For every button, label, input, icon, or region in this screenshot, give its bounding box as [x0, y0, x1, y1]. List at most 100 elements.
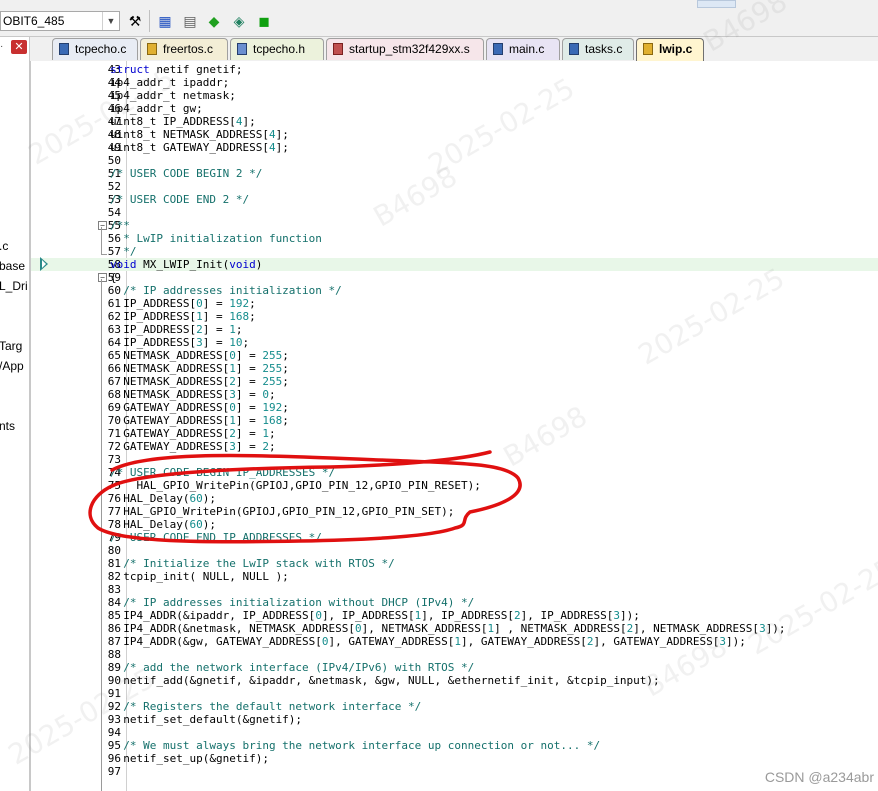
code-text: /**	[110, 219, 130, 232]
code-line[interactable]: 90 netif_add(&gnetif, &ipaddr, &netmask,…	[31, 674, 878, 687]
tree-item[interactable]: .c	[0, 239, 8, 253]
wand-icon[interactable]: ⚒	[125, 11, 145, 31]
tree-item[interactable]: /App	[0, 359, 24, 373]
code-line[interactable]: 71 GATEWAY_ADDRESS[2] = 1;	[31, 427, 878, 440]
code-line[interactable]: 76 HAL_Delay(60);	[31, 492, 878, 505]
code-line[interactable]: 84 /* IP addresses initialization withou…	[31, 596, 878, 609]
code-text: GATEWAY_ADDRESS[1] = 168;	[110, 414, 289, 427]
fold-toggle-icon[interactable]: −	[98, 221, 107, 230]
code-line[interactable]: 49 uint8_t GATEWAY_ADDRESS[4];	[31, 141, 878, 154]
code-line[interactable]: 63 IP_ADDRESS[2] = 1;	[31, 323, 878, 336]
code-line[interactable]: 78 HAL_Delay(60);	[31, 518, 878, 531]
code-line[interactable]: 81 /* Initialize the LwIP stack with RTO…	[31, 557, 878, 570]
code-line[interactable]: 82 tcpip_init( NULL, NULL );	[31, 570, 878, 583]
code-line[interactable]: 56 * LwIP initialization function	[31, 232, 878, 245]
tree-item[interactable]: L_Dri	[0, 279, 28, 293]
code-line[interactable]: 65 NETMASK_ADDRESS[0] = 255;	[31, 349, 878, 362]
code-line[interactable]: 57 */	[31, 245, 878, 258]
code-line[interactable]: 72 GATEWAY_ADDRESS[3] = 2;	[31, 440, 878, 453]
tab-lwip-c[interactable]: lwip.c	[636, 38, 704, 62]
tab-label: tasks.c	[585, 42, 623, 56]
code-line[interactable]: 60 /* IP addresses initialization */	[31, 284, 878, 297]
tree-item[interactable]: base	[0, 259, 25, 273]
code-line[interactable]: 55−/**	[31, 219, 878, 232]
batch-build-icon[interactable]: ▤	[180, 11, 200, 31]
code-line[interactable]: 75 HAL_GPIO_WritePin(GPIOJ,GPIO_PIN_12,G…	[31, 479, 878, 492]
line-number: 54	[107, 206, 121, 219]
code-line[interactable]: 94	[31, 726, 878, 739]
code-line[interactable]: 61 IP_ADDRESS[0] = 192;	[31, 297, 878, 310]
tab-freertos-c[interactable]: freertos.c	[140, 38, 228, 60]
code-line[interactable]: 86 IP4_ADDR(&netmask, NETMASK_ADDRESS[0]…	[31, 622, 878, 635]
code-line[interactable]: 43 struct netif gnetif;	[31, 63, 878, 76]
manage-project-icon[interactable]: ◈	[229, 11, 249, 31]
code-line[interactable]: 54	[31, 206, 878, 219]
code-text: netif_set_up(&gnetif);	[110, 752, 269, 765]
code-line[interactable]: 87 IP4_ADDR(&gw, GATEWAY_ADDRESS[0], GAT…	[31, 635, 878, 648]
c-file-star-icon	[643, 43, 653, 55]
code-line[interactable]: 80	[31, 544, 878, 557]
code-editor[interactable]: 43 struct netif gnetif; 44 ip4_addr_t ipadd…	[30, 61, 878, 791]
code-line[interactable]: 46 ip4_addr_t gw;	[31, 102, 878, 115]
tab-label: tcpecho.h	[253, 42, 306, 56]
code-line[interactable]: 89 /* add the network interface (IPv4/IP…	[31, 661, 878, 674]
code-text: uint8_t IP_ADDRESS[4];	[110, 115, 256, 128]
code-line[interactable]: 91	[31, 687, 878, 700]
fold-line	[101, 254, 107, 255]
code-line[interactable]: 70 GATEWAY_ADDRESS[1] = 168;	[31, 414, 878, 427]
close-icon[interactable]: ✕	[11, 40, 27, 54]
code-line[interactable]: 69 GATEWAY_ADDRESS[0] = 192;	[31, 401, 878, 414]
tree-item[interactable]: Targ	[0, 339, 22, 353]
code-line[interactable]: 93 netif_set_default(&gnetif);	[31, 713, 878, 726]
code-line[interactable]: 50	[31, 154, 878, 167]
code-line[interactable]: 47 uint8_t IP_ADDRESS[4];	[31, 115, 878, 128]
code-line[interactable]: 66 NETMASK_ADDRESS[1] = 255;	[31, 362, 878, 375]
code-line[interactable]: 88	[31, 648, 878, 661]
code-line[interactable]: 67 NETMASK_ADDRESS[2] = 255;	[31, 375, 878, 388]
tree-item[interactable]: nts	[0, 419, 15, 433]
pack-installer-icon[interactable]: ◼	[254, 11, 274, 31]
c-file-icon	[493, 43, 503, 55]
fold-line	[101, 227, 102, 254]
pin-icon[interactable]: ·	[0, 40, 10, 54]
code-line[interactable]: 48 uint8_t NETMASK_ADDRESS[4];	[31, 128, 878, 141]
code-line[interactable]: 53/* USER CODE END 2 */	[31, 193, 878, 206]
code-line[interactable]: 44 ip4_addr_t ipaddr;	[31, 76, 878, 89]
tab-startup-s[interactable]: startup_stm32f429xx.s	[326, 38, 484, 60]
code-line[interactable]: 85 IP4_ADDR(&ipaddr, IP_ADDRESS[0], IP_A…	[31, 609, 878, 622]
line-number: 91	[107, 687, 121, 700]
code-line[interactable]: 59−{	[31, 271, 878, 284]
chevron-down-icon[interactable]: ▼	[102, 12, 119, 30]
code-text: void MX_LWIP_Init(void)	[110, 258, 263, 271]
build-target-icon[interactable]: ▦	[155, 11, 175, 31]
code-line[interactable]: 74/* USER CODE BEGIN IP_ADDRESSES */	[31, 466, 878, 479]
search-field[interactable]	[697, 0, 736, 8]
code-line[interactable]: 96 netif_set_up(&gnetif);	[31, 752, 878, 765]
code-line[interactable]: 79/* USER CODE END IP_ADDRESSES */	[31, 531, 878, 544]
code-line[interactable]: 83	[31, 583, 878, 596]
code-line[interactable]: 77 HAL_GPIO_WritePin(GPIOJ,GPIO_PIN_12,G…	[31, 505, 878, 518]
fold-toggle-icon[interactable]: −	[98, 273, 107, 282]
code-line[interactable]: 64 IP_ADDRESS[3] = 10;	[31, 336, 878, 349]
code-line[interactable]: 73	[31, 453, 878, 466]
code-text: /* add the network interface (IPv4/IPv6)…	[110, 661, 475, 674]
code-line[interactable]: 58 void MX_LWIP_Init(void)	[31, 258, 878, 271]
code-text: ip4_addr_t ipaddr;	[110, 76, 230, 89]
code-text: */	[110, 245, 137, 258]
code-line[interactable]: 97	[31, 765, 878, 778]
tab-tasks-c[interactable]: tasks.c	[562, 38, 634, 60]
target-select[interactable]: OBIT6_485 ▼	[0, 11, 120, 31]
fold-line	[101, 279, 102, 791]
code-line[interactable]: 92 /* Registers the default network inte…	[31, 700, 878, 713]
code-line[interactable]: 62 IP_ADDRESS[1] = 168;	[31, 310, 878, 323]
code-line[interactable]: 68 NETMASK_ADDRESS[3] = 0;	[31, 388, 878, 401]
code-line[interactable]: 51/* USER CODE BEGIN 2 */	[31, 167, 878, 180]
code-text: netif_add(&gnetif, &ipaddr, &netmask, &g…	[110, 674, 660, 687]
tab-tcpecho-c[interactable]: tcpecho.c	[52, 38, 138, 60]
code-line[interactable]: 45 ip4_addr_t netmask;	[31, 89, 878, 102]
tab-tcpecho-h[interactable]: tcpecho.h	[230, 38, 324, 60]
tab-main-c[interactable]: main.c	[486, 38, 560, 60]
code-line[interactable]: 52	[31, 180, 878, 193]
code-line[interactable]: 95 /* We must always bring the network i…	[31, 739, 878, 752]
copy-icon[interactable]: ◆	[204, 11, 224, 31]
